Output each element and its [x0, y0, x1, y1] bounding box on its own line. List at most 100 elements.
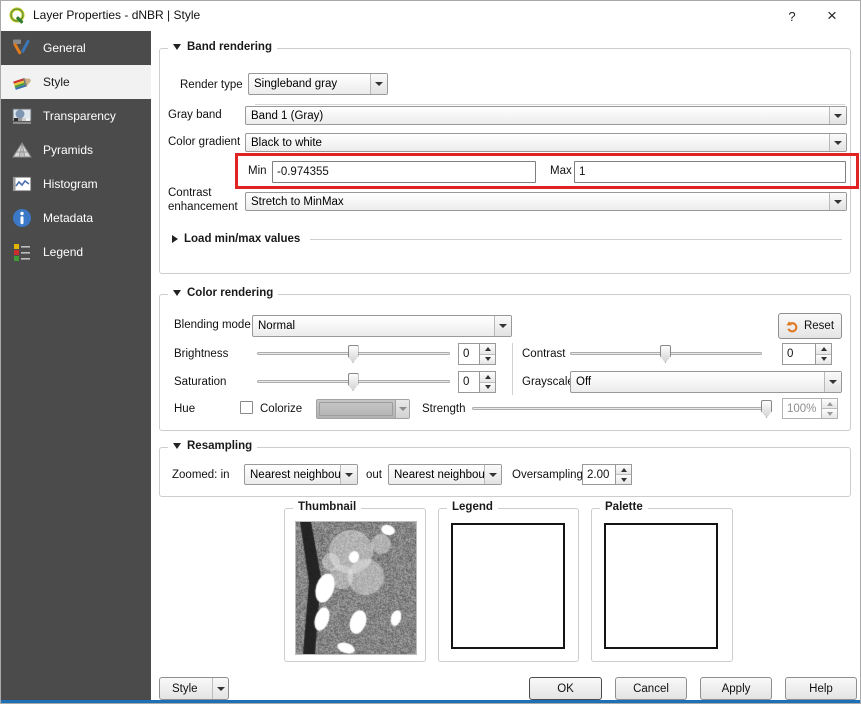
histogram-icon	[11, 173, 33, 195]
collapse-arrow-icon	[173, 290, 181, 296]
ok-button[interactable]: OK	[529, 677, 602, 700]
color-gradient-label: Color gradient	[168, 136, 240, 148]
zoomed-in-label: Zoomed: in	[172, 469, 230, 481]
cancel-button[interactable]: Cancel	[615, 677, 687, 700]
up-down-arrows-icon[interactable]	[479, 372, 495, 392]
sidebar: General Style	[1, 31, 151, 703]
window-title: Layer Properties - dNBR | Style	[33, 8, 200, 22]
sidebar-item-label: Pyramids	[43, 143, 93, 157]
grayscale-label: Grayscale	[522, 376, 574, 388]
thumbnail-group: Thumbnail	[284, 508, 426, 662]
chevron-down-icon	[340, 465, 357, 484]
colorize-color-button[interactable]	[316, 399, 410, 419]
color-swatch	[319, 402, 393, 416]
gray-band-dropdown[interactable]: Band 1 (Gray)	[245, 106, 847, 125]
contrast-spinbox[interactable]: 0	[782, 343, 832, 365]
saturation-slider[interactable]	[257, 372, 450, 392]
band-rendering-header[interactable]: Band rendering	[168, 41, 277, 53]
min-label: Min	[248, 165, 267, 177]
strength-slider[interactable]	[472, 399, 772, 419]
palette-box	[604, 523, 718, 649]
help-titlebar-button[interactable]: ?	[772, 1, 812, 31]
oversampling-spinbox[interactable]: 2.00	[582, 464, 632, 485]
min-input[interactable]	[272, 161, 536, 183]
section-title: Resampling	[187, 440, 252, 452]
grayscale-dropdown[interactable]: Off	[570, 371, 842, 393]
max-input[interactable]	[574, 161, 846, 183]
style-page: Band rendering Render type Singleband gr…	[151, 31, 860, 703]
slider-handle[interactable]	[660, 345, 671, 363]
up-down-arrows-icon[interactable]	[479, 344, 495, 364]
chevron-down-icon	[829, 193, 846, 210]
blending-mode-dropdown[interactable]: Normal	[252, 315, 512, 337]
up-down-arrows-icon[interactable]	[821, 399, 837, 418]
sidebar-item-histogram[interactable]: Histogram	[1, 167, 151, 201]
contrast-label: Contrast	[522, 348, 565, 360]
contrast-slider[interactable]	[570, 344, 762, 364]
thumbnail-frame	[295, 521, 417, 655]
window-bottom-accent	[1, 700, 860, 703]
sidebar-item-label: Style	[43, 75, 70, 89]
zoomed-in-dropdown[interactable]: Nearest neighbour	[244, 464, 358, 485]
sidebar-item-label: Legend	[43, 245, 83, 259]
slider-handle[interactable]	[348, 345, 359, 363]
apply-button[interactable]: Apply	[700, 677, 772, 700]
section-title: Band rendering	[187, 41, 272, 53]
render-type-label: Render type	[180, 79, 243, 91]
sidebar-item-transparency[interactable]: Transparency	[1, 99, 151, 133]
separator	[310, 239, 842, 240]
expand-arrow-icon	[172, 235, 178, 243]
up-down-arrows-icon[interactable]	[615, 465, 631, 484]
chevron-down-icon	[824, 372, 841, 392]
collapse-arrow-icon	[173, 443, 181, 449]
gray-band-label: Gray band	[168, 109, 222, 121]
strength-spinbox[interactable]: 100%	[782, 398, 838, 419]
load-minmax-header[interactable]: Load min/max values	[172, 233, 842, 245]
collapse-arrow-icon	[173, 44, 181, 50]
render-type-dropdown[interactable]: Singleband gray	[248, 73, 388, 95]
sidebar-item-label: General	[43, 41, 86, 55]
pyramids-icon	[11, 139, 33, 161]
slider-handle[interactable]	[348, 373, 359, 391]
sidebar-item-general[interactable]: General	[1, 31, 151, 65]
tools-icon	[11, 37, 33, 59]
info-icon	[11, 207, 33, 229]
chevron-down-icon	[484, 465, 501, 484]
oversampling-label: Oversampling	[512, 469, 583, 481]
zoomed-out-dropdown[interactable]: Nearest neighbour	[388, 464, 502, 485]
qgis-logo-icon	[9, 7, 27, 25]
layer-properties-dialog: Layer Properties - dNBR | Style ? × Gene…	[0, 0, 861, 704]
color-rendering-header[interactable]: Color rendering	[168, 287, 278, 299]
legend-icon	[11, 241, 33, 263]
brightness-spinbox[interactable]: 0	[458, 343, 496, 365]
sidebar-item-label: Histogram	[43, 177, 98, 191]
contrast-enhancement-dropdown[interactable]: Stretch to MinMax	[245, 192, 847, 211]
sidebar-item-pyramids[interactable]: Pyramids	[1, 133, 151, 167]
colorize-checkbox[interactable]	[240, 401, 253, 414]
contrast-enhancement-label: Contrast enhancement	[168, 187, 236, 215]
brightness-slider[interactable]	[257, 344, 450, 364]
thumbnail-image	[296, 522, 416, 654]
saturation-spinbox[interactable]: 0	[458, 371, 496, 393]
sidebar-item-style[interactable]: Style	[1, 65, 151, 99]
zoomed-out-label: out	[366, 469, 382, 481]
color-gradient-dropdown[interactable]: Black to white	[245, 133, 847, 152]
saturation-label: Saturation	[174, 376, 226, 388]
section-title: Color rendering	[187, 287, 273, 299]
reset-button[interactable]: Reset	[778, 313, 842, 339]
chevron-down-icon	[370, 74, 387, 94]
slider-handle[interactable]	[761, 400, 772, 418]
chevron-down-icon	[395, 400, 409, 418]
max-label: Max	[550, 165, 572, 177]
legend-group: Legend	[438, 508, 579, 662]
sidebar-item-legend[interactable]: Legend	[1, 235, 151, 269]
close-icon[interactable]: ×	[812, 1, 852, 31]
sidebar-item-metadata[interactable]: Metadata	[1, 201, 151, 235]
up-down-arrows-icon[interactable]	[815, 344, 831, 364]
load-minmax-title: Load min/max values	[184, 233, 300, 245]
colorize-label: Colorize	[260, 403, 302, 415]
separator	[255, 104, 845, 105]
help-button[interactable]: Help	[785, 677, 857, 700]
resampling-header[interactable]: Resampling	[168, 440, 257, 452]
style-menu-button[interactable]: Style	[159, 677, 229, 700]
